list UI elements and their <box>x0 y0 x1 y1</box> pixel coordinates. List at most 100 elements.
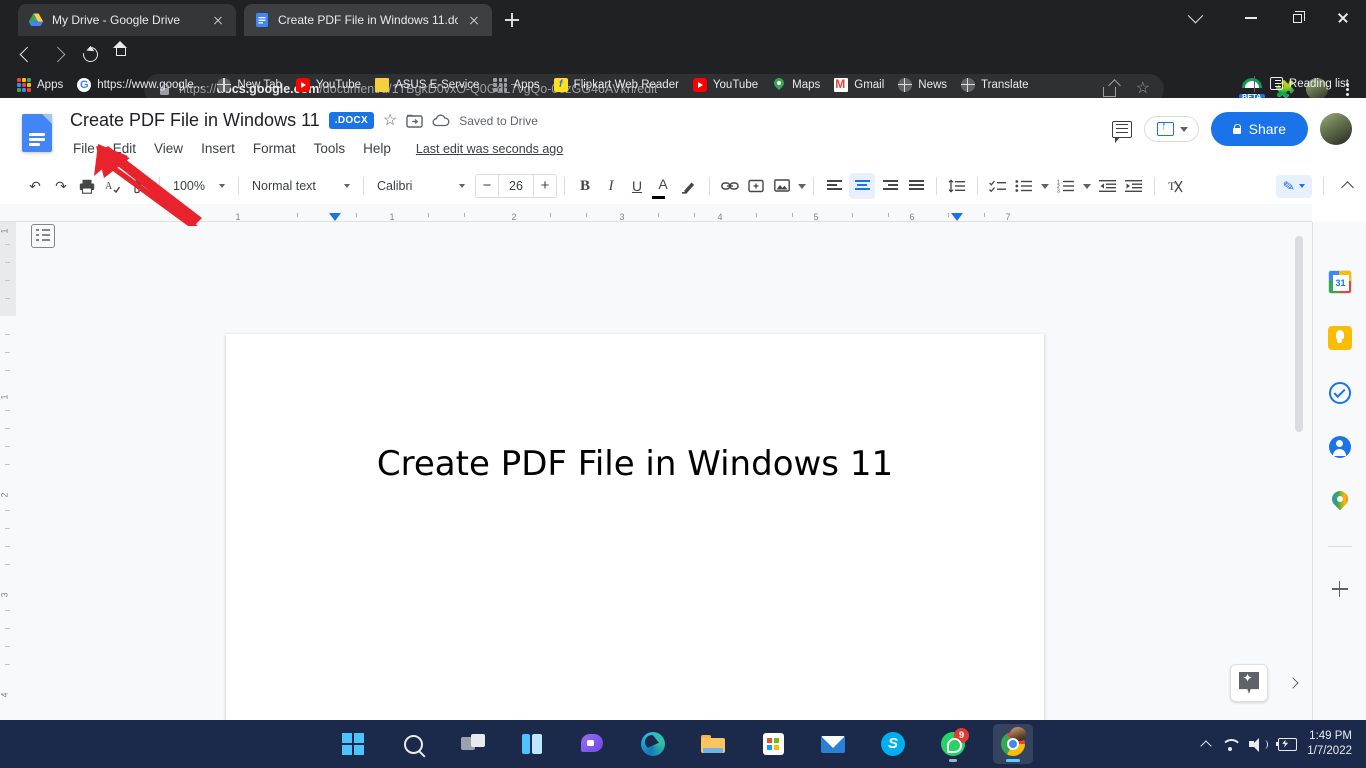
chevron-down-icon[interactable] <box>1083 184 1091 189</box>
share-button[interactable]: Share <box>1211 112 1308 146</box>
text-color-button[interactable]: A <box>650 173 676 199</box>
tray-expand-button[interactable] <box>1202 739 1210 750</box>
browser-tab-drive[interactable]: My Drive - Google Drive <box>18 4 236 36</box>
volume-button[interactable] <box>1249 738 1265 751</box>
font-size-value[interactable]: 26 <box>498 175 534 197</box>
google-docs-logo-icon[interactable] <box>22 114 52 152</box>
back-button[interactable] <box>8 38 40 70</box>
microsoft-store-button[interactable] <box>753 724 793 764</box>
move-to-folder-icon[interactable] <box>406 113 423 128</box>
bookmark-youtube-2[interactable]: YouTube <box>686 75 765 95</box>
clear-formatting-button[interactable]: T <box>1162 173 1188 199</box>
tab-search-button[interactable] <box>1172 0 1218 36</box>
close-icon[interactable] <box>210 12 226 28</box>
bulleted-list-button[interactable] <box>1011 173 1037 199</box>
google-maps-icon[interactable] <box>1331 490 1349 514</box>
minimize-button[interactable] <box>1228 0 1274 36</box>
menu-edit[interactable]: Edit <box>104 138 145 159</box>
close-icon[interactable] <box>466 12 482 28</box>
ruler-track[interactable]: 1 1 2 3 4 5 6 7 <box>210 204 1062 222</box>
left-indent-marker[interactable] <box>329 213 341 221</box>
align-right-button[interactable] <box>877 173 903 199</box>
right-indent-marker[interactable] <box>951 213 963 221</box>
paragraph-style-select[interactable]: Normal text <box>246 173 356 199</box>
reading-list-button[interactable]: Reading list <box>1263 74 1356 93</box>
reload-button[interactable] <box>74 38 106 70</box>
bold-button[interactable]: B <box>572 173 598 199</box>
menu-help[interactable]: Help <box>354 138 400 159</box>
checklist-button[interactable] <box>985 173 1011 199</box>
menu-view[interactable]: View <box>145 138 192 159</box>
insert-image-button[interactable] <box>769 173 795 199</box>
explore-button[interactable] <box>1230 664 1268 702</box>
paint-format-button[interactable] <box>126 173 152 199</box>
bookmark-asus[interactable]: ASUS E-Service <box>368 75 486 95</box>
wifi-button[interactable] <box>1221 738 1238 751</box>
google-calendar-icon[interactable]: 31 <box>1328 270 1352 294</box>
battery-button[interactable] <box>1276 738 1296 750</box>
start-button[interactable] <box>333 724 373 764</box>
insert-link-button[interactable] <box>717 173 743 199</box>
decrease-font-size-button[interactable]: − <box>476 175 498 197</box>
add-comment-button[interactable] <box>743 173 769 199</box>
bookmark-apps-2[interactable]: Apps <box>486 75 546 95</box>
menu-file[interactable]: File <box>70 138 104 159</box>
whatsapp-button[interactable]: 9 <box>933 724 973 764</box>
bookmark-maps[interactable]: Maps <box>765 75 827 95</box>
zoom-select[interactable]: 100% <box>167 173 231 199</box>
clock[interactable]: 1:49 PM 1/7/2022 <box>1307 729 1352 759</box>
comment-history-icon[interactable] <box>1112 121 1132 138</box>
skype-button[interactable]: S <box>873 724 913 764</box>
bookmark-youtube[interactable]: YouTube <box>289 75 368 95</box>
redo-button[interactable]: ↷ <box>48 173 74 199</box>
font-family-select[interactable]: Calibri <box>371 173 471 199</box>
bookmark-gmail[interactable]: Gmail <box>827 75 891 95</box>
menu-insert[interactable]: Insert <box>192 138 244 159</box>
bookmark-google[interactable]: G https://www.google... <box>70 75 210 95</box>
new-tab-button[interactable] <box>500 8 524 32</box>
align-center-button[interactable] <box>849 173 875 199</box>
widgets-button[interactable] <box>513 724 553 764</box>
increase-font-size-button[interactable]: + <box>534 175 556 197</box>
close-window-button[interactable] <box>1320 0 1366 36</box>
document-heading-text[interactable]: Create PDF File in Windows 11 <box>226 444 1044 484</box>
sidebar-expand-button[interactable] <box>1282 672 1304 694</box>
edge-button[interactable] <box>633 724 673 764</box>
align-justify-button[interactable] <box>903 173 929 199</box>
star-icon[interactable]: ☆ <box>383 113 397 129</box>
hide-menus-chevron-icon[interactable] <box>1341 181 1354 194</box>
numbered-list-button[interactable]: 123 <box>1053 173 1079 199</box>
menu-tools[interactable]: Tools <box>305 138 355 159</box>
increase-indent-button[interactable] <box>1121 173 1147 199</box>
bookmark-news[interactable]: News <box>891 75 954 95</box>
align-left-button[interactable] <box>821 173 847 199</box>
chevron-down-icon[interactable] <box>1041 184 1049 189</box>
home-button[interactable] <box>104 38 136 70</box>
underline-button[interactable]: U <box>624 173 650 199</box>
last-edit-link[interactable]: Last edit was seconds ago <box>416 142 563 156</box>
highlight-color-button[interactable] <box>676 173 702 199</box>
maximize-button[interactable] <box>1274 0 1320 36</box>
menu-format[interactable]: Format <box>244 138 305 159</box>
browser-tab-docs[interactable]: Create PDF File in Windows 11.do <box>244 4 492 36</box>
document-title[interactable]: Create PDF File in Windows 11 <box>70 110 320 131</box>
edit-mode-button[interactable]: ✎ <box>1276 175 1312 198</box>
document-page[interactable]: Create PDF File in Windows 11 <box>226 334 1044 720</box>
bookmark-new-tab[interactable]: New Tab <box>210 75 289 95</box>
add-addon-plus-icon[interactable] <box>1330 579 1350 599</box>
google-contacts-icon[interactable] <box>1329 436 1351 458</box>
spelling-check-button[interactable]: A <box>100 173 126 199</box>
present-button[interactable] <box>1144 116 1199 142</box>
bookmark-flipkart[interactable]: f Flipkart Web Reader <box>547 75 686 95</box>
line-spacing-button[interactable] <box>944 173 970 199</box>
show-document-outline-button[interactable] <box>31 224 55 248</box>
google-keep-icon[interactable] <box>1328 326 1352 350</box>
google-tasks-icon[interactable] <box>1329 382 1351 404</box>
italic-button[interactable]: I <box>598 173 624 199</box>
mail-button[interactable] <box>813 724 853 764</box>
bookmark-translate[interactable]: Translate <box>954 75 1036 95</box>
print-button[interactable] <box>74 173 100 199</box>
search-button[interactable] <box>393 724 433 764</box>
vertical-scrollbar[interactable] <box>1295 236 1303 432</box>
undo-button[interactable]: ↶ <box>22 173 48 199</box>
